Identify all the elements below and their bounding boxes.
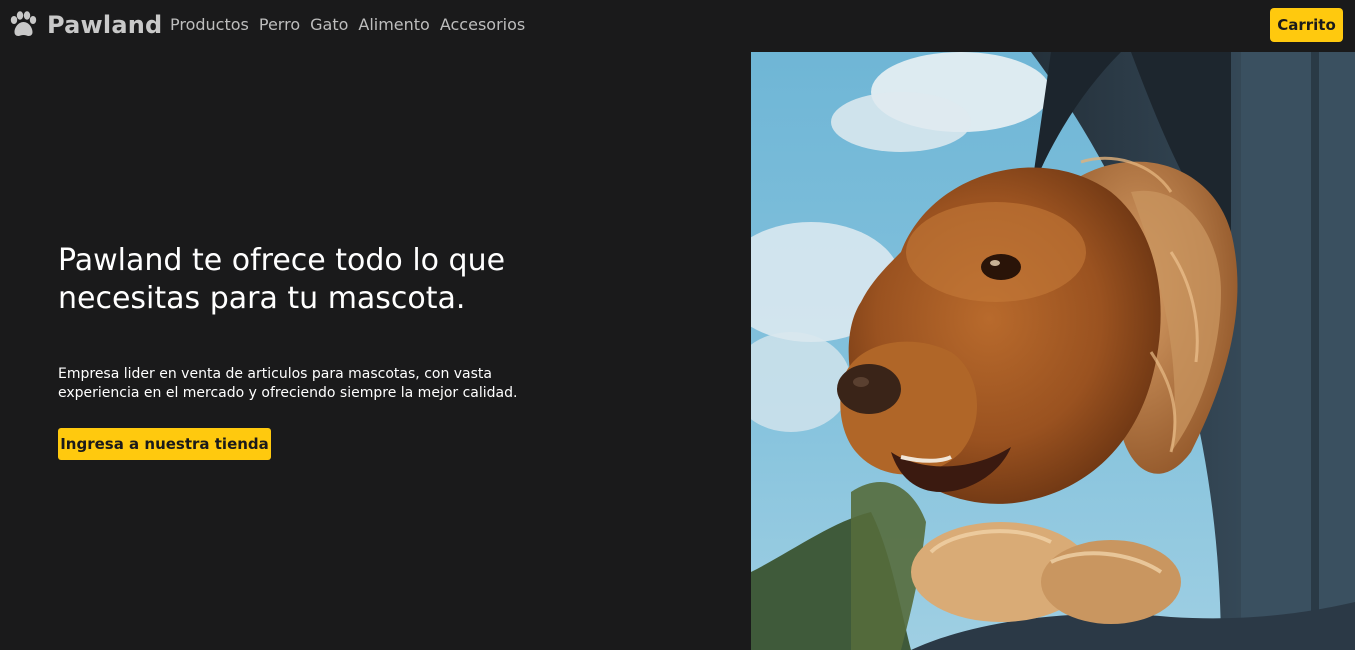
shop-cta-button[interactable]: Ingresa a nuestra tienda xyxy=(58,428,271,460)
hero-description: Empresa lider en venta de articulos para… xyxy=(58,365,528,403)
cart-button[interactable]: Carrito xyxy=(1270,8,1343,42)
hero-section: Pawland te ofrece todo lo que necesitas … xyxy=(58,242,558,403)
nav-link-perro[interactable]: Perro xyxy=(259,14,300,36)
hero-description-line: Empresa lider en venta de articulos para… xyxy=(58,366,492,382)
hero-title: Pawland te ofrece todo lo que necesitas … xyxy=(58,242,558,318)
nav-link-productos[interactable]: Productos xyxy=(170,14,249,36)
paw-icon xyxy=(10,11,37,36)
hero-title-line: Pawland te ofrece todo lo que xyxy=(58,243,506,278)
nav-link-alimento[interactable]: Alimento xyxy=(358,14,429,36)
nav-link-accesorios[interactable]: Accesorios xyxy=(440,14,525,36)
main-nav: Productos Perro Gato Alimento Accesorios xyxy=(170,14,525,36)
brand-logo[interactable]: Pawland xyxy=(8,10,162,40)
navbar: Pawland Productos Perro Gato Alimento Ac… xyxy=(0,0,1355,52)
hero-title-line: necesitas para tu mascota. xyxy=(58,281,466,316)
nav-link-gato[interactable]: Gato xyxy=(310,14,348,36)
dog-in-car-window-photo xyxy=(751,52,1355,650)
hero-description-line: experiencia en el mercado y ofreciendo s… xyxy=(58,385,518,401)
brand-name: Pawland xyxy=(47,11,163,39)
